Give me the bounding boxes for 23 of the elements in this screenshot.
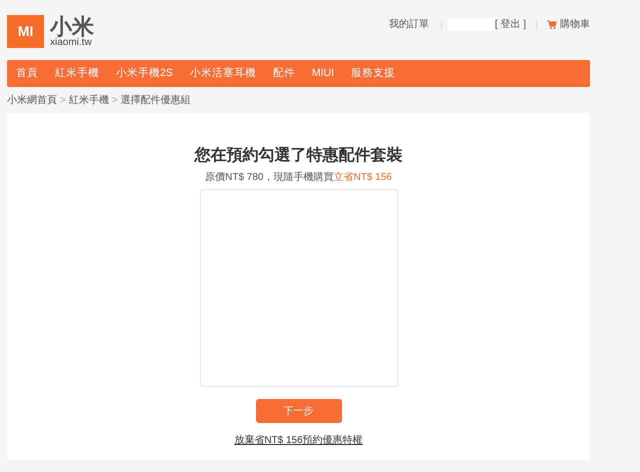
current-page-label: 選擇配件優惠組 bbox=[120, 94, 191, 108]
nav-item[interactable]: 小米活塞耳機 bbox=[190, 66, 256, 82]
skip-link[interactable]: 放棄省NT$ 156預約優惠特權 bbox=[234, 433, 363, 448]
logo-name: 小米 bbox=[50, 16, 94, 38]
nav-item[interactable]: 紅米手機 bbox=[55, 66, 99, 82]
logo-mark[interactable]: MI bbox=[7, 15, 44, 48]
page-title: 您在預約勾選了特惠配件套裝 bbox=[194, 144, 402, 166]
breadcrumb-link[interactable]: 紅米手機 bbox=[68, 92, 109, 108]
nav-item[interactable]: 服務支援 bbox=[351, 66, 396, 82]
cart-link[interactable]: 購物車 bbox=[547, 17, 590, 32]
cart-icon bbox=[547, 20, 557, 29]
next-button[interactable]: 下一步 bbox=[256, 399, 342, 423]
breadcrumb-link[interactable]: 小米網首頁 bbox=[7, 92, 57, 108]
breadcrumb-separator: > bbox=[112, 94, 118, 108]
logout-link[interactable]: [ 登出 ] bbox=[494, 17, 526, 32]
breadcrumb-separator: > bbox=[60, 94, 66, 108]
nav-item[interactable]: 首頁 bbox=[16, 66, 38, 82]
orders-link[interactable]: 我的訂單 bbox=[388, 17, 429, 32]
nav-item[interactable]: MIUI bbox=[312, 66, 334, 82]
nav-item[interactable]: 配件 bbox=[272, 66, 295, 82]
price-note: 原價NT$ 780，現隨手機購買立省NT$ 156 bbox=[205, 170, 392, 185]
logo-domain: xiaomi.tw bbox=[50, 38, 93, 48]
nav-item[interactable]: 小米手機2S bbox=[116, 66, 173, 82]
